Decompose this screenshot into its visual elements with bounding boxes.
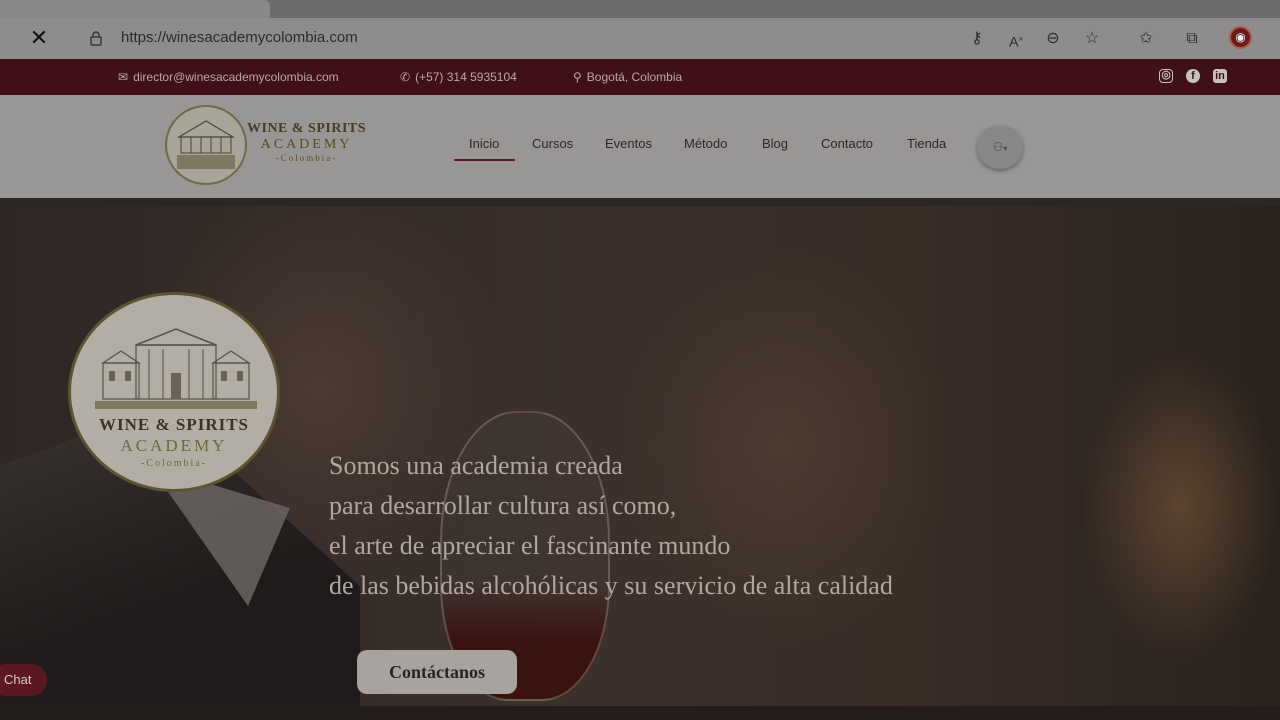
hero-logo-emblem: WINE & SPIRITS ACADEMY -Colombia- <box>68 292 280 492</box>
hero-banner: WINE & SPIRITS ACADEMY -Colombia- Somos … <box>0 206 1280 706</box>
nav-blog[interactable]: Blog <box>762 136 788 151</box>
favorites-icon[interactable]: ✩ <box>1135 28 1157 50</box>
phone-icon: ✆ <box>400 70 411 84</box>
zoom-icon[interactable]: ⊖ <box>1042 28 1064 50</box>
close-icon[interactable]: ✕ <box>28 27 50 49</box>
hero-line-4: de las bebidas alcohólicas y su servicio… <box>329 571 893 600</box>
hero-line-1: Somos una academia creada <box>329 451 623 480</box>
chat-button[interactable]: Chat <box>0 664 47 696</box>
tab-strip <box>0 0 1280 18</box>
location-text: Bogotá, Colombia <box>586 70 683 84</box>
lock-icon <box>90 31 102 46</box>
info-bar: ✉ director@winesacademycolombia.com ✆ (+… <box>0 59 1280 95</box>
collections-icon[interactable]: ⧉ <box>1181 28 1203 50</box>
building-icon <box>176 120 236 169</box>
logo-line-1: WINE & SPIRITS <box>247 121 367 136</box>
phone-contact[interactable]: ✆ (+57) 314 5935104 <box>400 70 517 84</box>
nav-tienda[interactable]: Tienda <box>907 136 946 151</box>
user-icon: ⚇ <box>992 140 1004 154</box>
nav-cursos[interactable]: Cursos <box>532 136 573 151</box>
bottom-strip <box>0 706 1280 720</box>
site-logo-text[interactable]: WINE & SPIRITS ACADEMY -Colombia- <box>247 121 366 163</box>
site-logo-emblem[interactable] <box>165 105 247 185</box>
screen: ✕ https://winesacademycolombia.com ⚷ A» … <box>0 0 1280 720</box>
chevron-down-icon: ▾ <box>1003 144 1008 153</box>
hero-line-3: el arte de apreciar el fascinante mundo <box>329 531 731 560</box>
address-bar: ✕ https://winesacademycolombia.com ⚷ A» … <box>0 18 1280 59</box>
logo-line-2: ACADEMY <box>260 137 353 152</box>
hero-logo-line-1: WINE & SPIRITS <box>98 415 250 434</box>
building-icon <box>95 328 257 409</box>
user-menu-button[interactable]: ⚇▾ <box>977 125 1023 169</box>
key-icon[interactable]: ⚷ <box>966 28 988 50</box>
profile-icon[interactable]: ◉ <box>1229 26 1252 49</box>
email-text: director@winesacademycolombia.com <box>133 70 339 84</box>
location-contact: ⚲ Bogotá, Colombia <box>573 70 682 84</box>
location-pin-icon: ⚲ <box>573 70 582 84</box>
instagram-icon[interactable]: ◎ <box>1159 69 1173 83</box>
browser-tab[interactable] <box>0 0 270 18</box>
phone-text: (+57) 314 5935104 <box>415 70 517 84</box>
site-header: WINE & SPIRITS ACADEMY -Colombia- Inicio… <box>0 95 1280 198</box>
url-field[interactable]: https://winesacademycolombia.com <box>121 29 358 46</box>
add-favorite-icon[interactable]: ☆ <box>1081 28 1103 50</box>
header-divider <box>0 198 1280 206</box>
email-contact[interactable]: ✉ director@winesacademycolombia.com <box>118 70 339 84</box>
hero-tagline: Somos una academia creada para desarroll… <box>329 446 893 606</box>
mail-icon: ✉ <box>118 70 129 84</box>
facebook-icon[interactable]: f <box>1186 69 1200 83</box>
hero-line-2: para desarrollar cultura así como, <box>329 491 677 520</box>
hero-logo-line-3: -Colombia- <box>140 458 208 469</box>
contact-button[interactable]: Contáctanos <box>357 650 517 694</box>
read-aloud-icon[interactable]: A» <box>1005 28 1027 50</box>
nav-eventos[interactable]: Eventos <box>605 136 652 151</box>
nav-metodo[interactable]: Método <box>684 136 727 151</box>
logo-line-3: -Colombia- <box>275 153 338 163</box>
nav-contacto[interactable]: Contacto <box>821 136 873 151</box>
nav-inicio[interactable]: Inicio <box>454 136 516 161</box>
linkedin-icon[interactable]: in <box>1213 69 1227 83</box>
hero-logo-line-2: ACADEMY <box>120 436 228 455</box>
